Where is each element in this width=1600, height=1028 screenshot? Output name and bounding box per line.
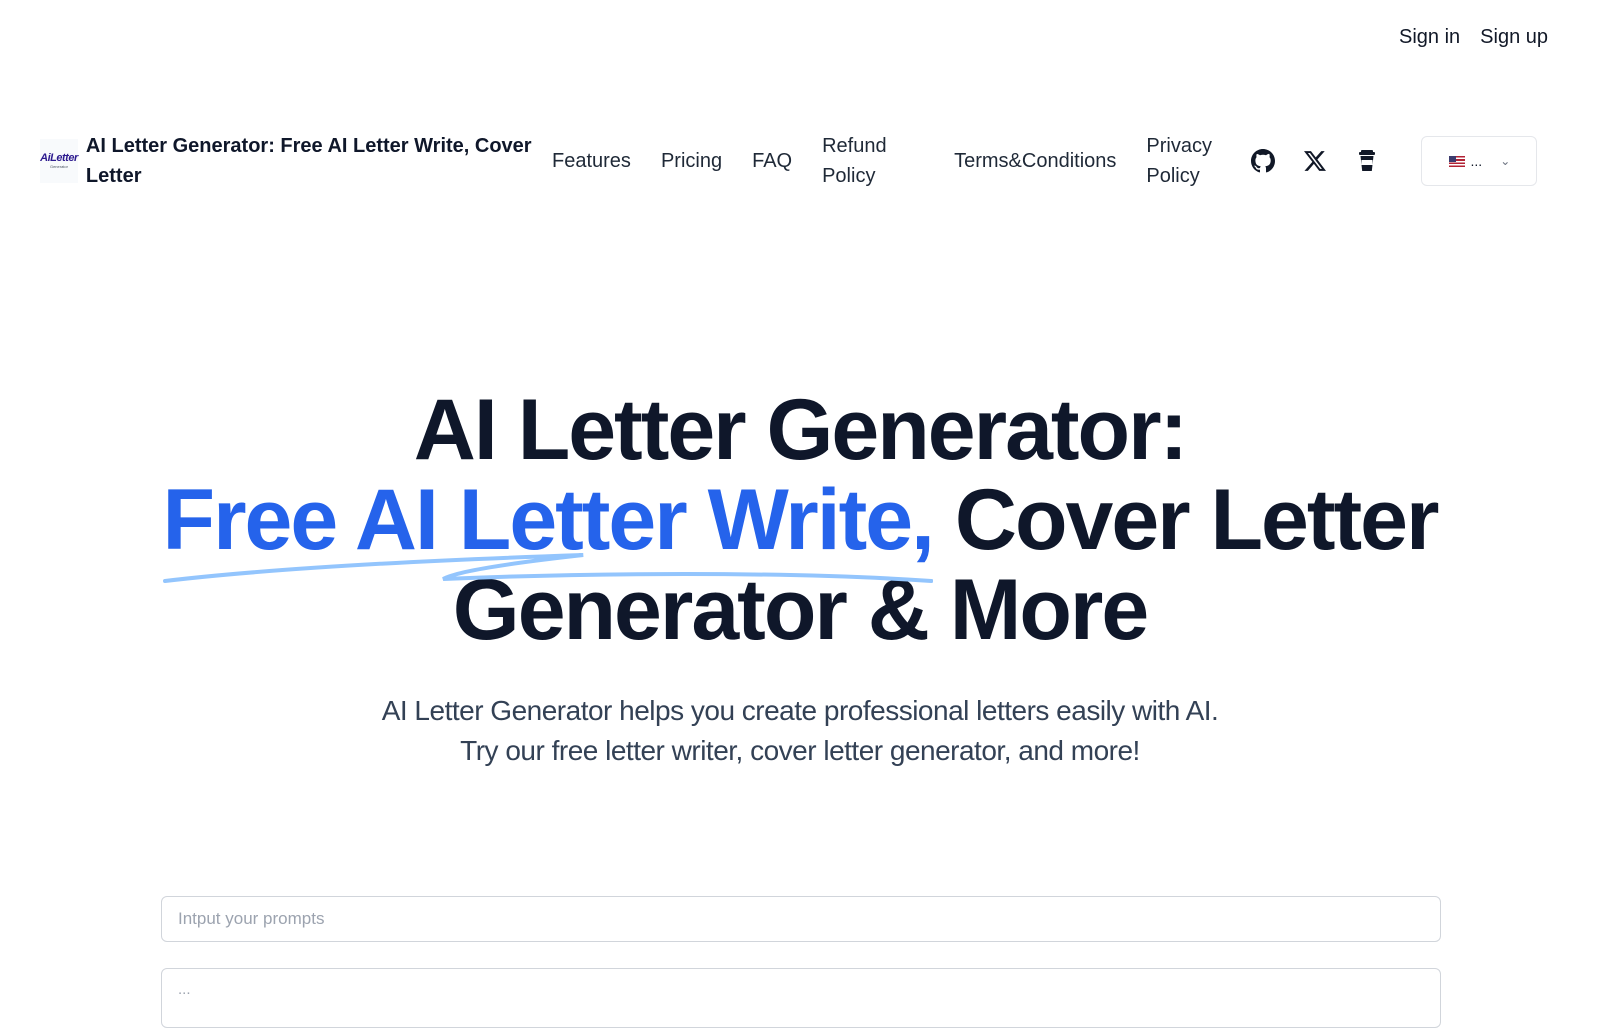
nav-faq-link[interactable]: FAQ [752, 146, 792, 176]
brand-title: AI Letter Generator: Free AI Letter Writ… [85, 135, 532, 187]
nav-privacy-policy-link[interactable]: Privacy Policy [1146, 131, 1221, 191]
us-flag-icon [1448, 155, 1465, 167]
hero-title: AI Letter Generator: Free AI Letter Writ… [0, 385, 1600, 655]
secondary-input-field[interactable]: ... [161, 968, 1441, 1028]
hero-subtitle-line-1: AI Letter Generator helps you create pro… [381, 695, 1219, 726]
hero-section: AI Letter Generator: Free AI Letter Writ… [0, 385, 1600, 771]
auth-bar: Sign in Sign up [1399, 26, 1548, 49]
hero-title-line-1: AI Letter Generator: [413, 382, 1188, 478]
brand-home-link[interactable]: AiLetter Generator AI Letter Generator: … [40, 131, 540, 191]
chevron-down-icon: ⌄ [1500, 154, 1511, 168]
hero-title-line-2-rest: Cover Letter [932, 472, 1440, 568]
brand-logo: AiLetter Generator [40, 139, 78, 183]
sign-in-link[interactable]: Sign in [1399, 26, 1460, 49]
language-select[interactable]: ... ⌄ [1421, 136, 1538, 186]
nav-terms-link[interactable]: Terms&Conditions [954, 146, 1116, 176]
logo-text: AiLetter [40, 152, 78, 164]
nav-features-link[interactable]: Features [552, 146, 631, 176]
logo-subtext: Generator [49, 164, 68, 169]
github-icon[interactable] [1249, 147, 1277, 175]
nav-pricing-link[interactable]: Pricing [661, 146, 722, 176]
hero-title-line-2: Free AI Letter Write, Cover Letter [0, 472, 1600, 583]
main-navbar: AiLetter Generator AI Letter Generator: … [40, 130, 1560, 192]
hero-subtitle: AI Letter Generator helps you create pro… [0, 691, 1600, 771]
language-label: ... [1470, 153, 1483, 169]
secondary-input-placeholder: ... [178, 981, 191, 998]
coffee-cup-icon[interactable] [1353, 147, 1381, 175]
hero-title-accent-wrap: Free AI Letter Write, [162, 472, 935, 583]
nav-refund-policy-link[interactable]: Refund Policy [822, 131, 922, 191]
hero-title-accent: Free AI Letter Write, [162, 472, 935, 568]
prompt-input[interactable] [161, 896, 1441, 942]
sign-up-link[interactable]: Sign up [1480, 26, 1548, 49]
nav-links: Features Pricing FAQ Refund Policy Terms… [540, 131, 1221, 191]
hero-title-line-3: Generator & More [452, 562, 1149, 658]
hero-subtitle-line-2: Try our free letter writer, cover letter… [460, 735, 1140, 766]
x-twitter-icon[interactable] [1301, 147, 1329, 175]
